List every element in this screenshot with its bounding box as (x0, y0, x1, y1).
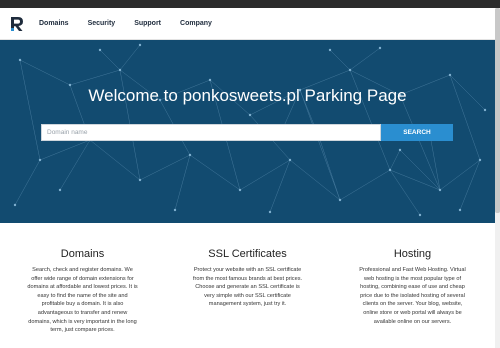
nav-security[interactable]: Security (88, 20, 116, 27)
feature-text: Search, check and register domains. We o… (27, 267, 138, 334)
r-logo-icon[interactable] (9, 15, 25, 33)
feature-text: Protect your website with an SSL certifi… (192, 267, 303, 308)
domain-search-form: SEARCH (41, 124, 454, 141)
feature-text: Professional and Fast Web Hosting. Virtu… (359, 267, 466, 325)
hero-title: Welcome to ponkosweets.pl Parking Page (88, 86, 407, 105)
domain-search-input[interactable] (41, 124, 381, 141)
feature-domains: Domains Search, check and register domai… (0, 223, 165, 348)
scrollbar-thumb[interactable] (495, 8, 500, 213)
feature-title: Domains (60, 248, 105, 260)
hero-section: Welcome to ponkosweets.pl Parking Page S… (0, 40, 495, 223)
nav-domains[interactable]: Domains (39, 20, 69, 27)
feature-title: SSL Certificates (208, 248, 287, 260)
nav-support[interactable]: Support (134, 20, 161, 27)
feature-hosting: Hosting Professional and Fast Web Hostin… (330, 223, 495, 348)
nav-company[interactable]: Company (180, 20, 212, 27)
search-button[interactable]: SEARCH (381, 124, 453, 141)
page-scrollbar[interactable] (495, 8, 500, 348)
features-section: Domains Search, check and register domai… (0, 223, 495, 348)
feature-ssl: SSL Certificates Protect your website wi… (165, 223, 330, 348)
navbar: Domains Security Support Company (0, 8, 495, 40)
feature-title: Hosting (393, 248, 432, 260)
browser-top-strip (0, 0, 500, 8)
